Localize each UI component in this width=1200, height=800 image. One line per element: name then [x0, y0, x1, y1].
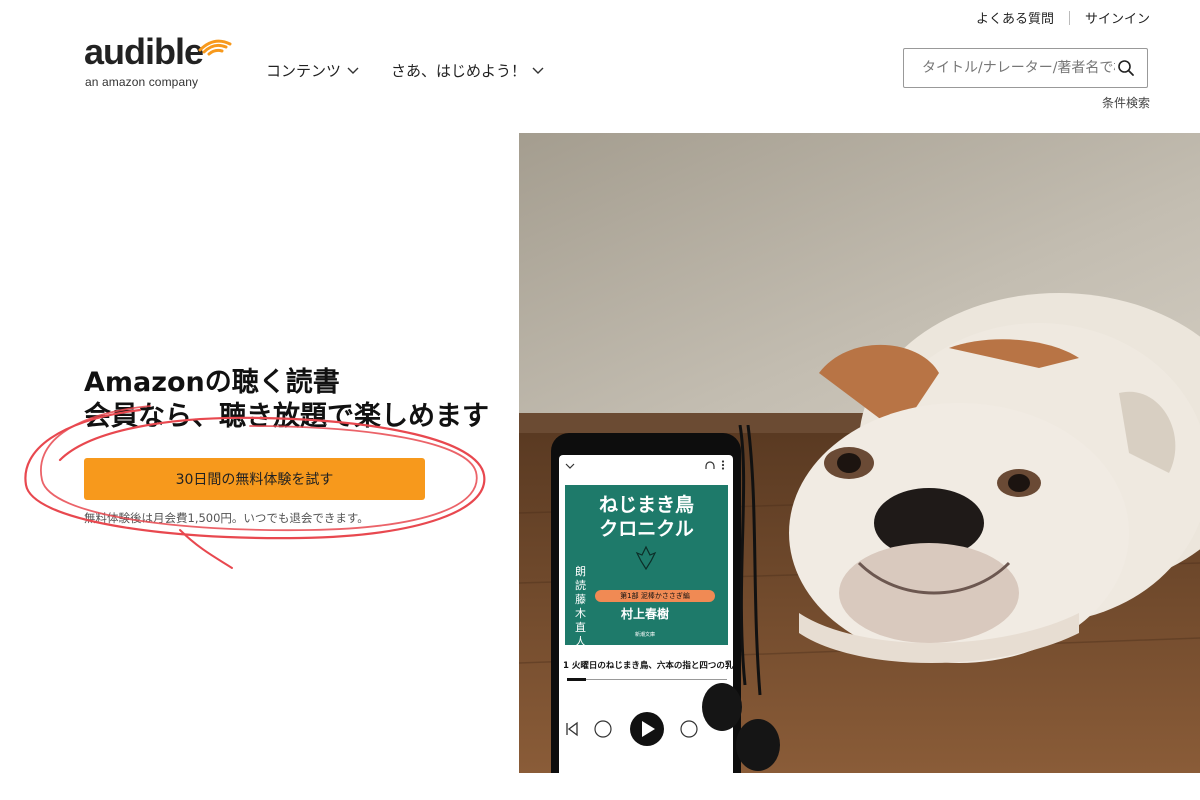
nav-contents-label: コンテンツ: [266, 62, 342, 80]
cover-publisher: 新潮文庫: [635, 632, 656, 638]
rewind-30-icon[interactable]: [594, 720, 612, 738]
cover-author: 村上春樹: [621, 607, 670, 621]
earphones-image: [702, 425, 780, 771]
free-trial-button[interactable]: 30日間の無料体験を試す: [84, 458, 425, 500]
utility-links: よくある質問 サインイン: [976, 8, 1150, 27]
signin-link[interactable]: サインイン: [1085, 8, 1150, 27]
forward-30-icon[interactable]: [680, 720, 698, 738]
nav-get-started-label: さあ、はじめよう！: [391, 62, 527, 80]
chevron-down-icon: [532, 67, 544, 74]
search-icon[interactable]: [1117, 59, 1135, 77]
bird-icon: [635, 545, 657, 571]
audible-logo[interactable]: audible an amazon company: [84, 34, 234, 94]
cover-narrator: 朗読 藤木直人: [575, 565, 586, 648]
skip-back-icon[interactable]: [566, 721, 578, 737]
hero-title-line1: Amazonの聴く読書: [84, 367, 340, 398]
divider: [1068, 10, 1070, 25]
nav-get-started[interactable]: さあ、はじめよう！: [391, 60, 544, 81]
main-nav: コンテンツ さあ、はじめよう！: [266, 60, 544, 81]
search-input[interactable]: [920, 59, 1117, 77]
hero-title: Amazonの聴く読書 会員なら、聴き放題で楽しめます: [84, 366, 489, 434]
trial-note: 無料体験後は月会費1,500円。いつでも退会できます。: [84, 511, 369, 525]
play-icon[interactable]: [630, 712, 664, 746]
hero-title-line2: 会員なら、聴き放題で楽しめます: [84, 401, 489, 432]
logo-tagline: an amazon company: [85, 75, 199, 89]
logo-wordmark: audible: [84, 31, 204, 72]
chevron-down-icon: [347, 67, 359, 74]
faq-link[interactable]: よくある質問: [976, 8, 1054, 27]
logo-waves-icon: [198, 39, 232, 56]
cover-band: 第1部 泥棒かささぎ編: [595, 590, 715, 602]
nav-contents[interactable]: コンテンツ: [266, 60, 359, 81]
search-box: [903, 48, 1148, 88]
chevron-down-icon: [565, 463, 575, 469]
advanced-search-link[interactable]: 条件検索: [1102, 94, 1150, 111]
progress-fill: [567, 678, 587, 681]
